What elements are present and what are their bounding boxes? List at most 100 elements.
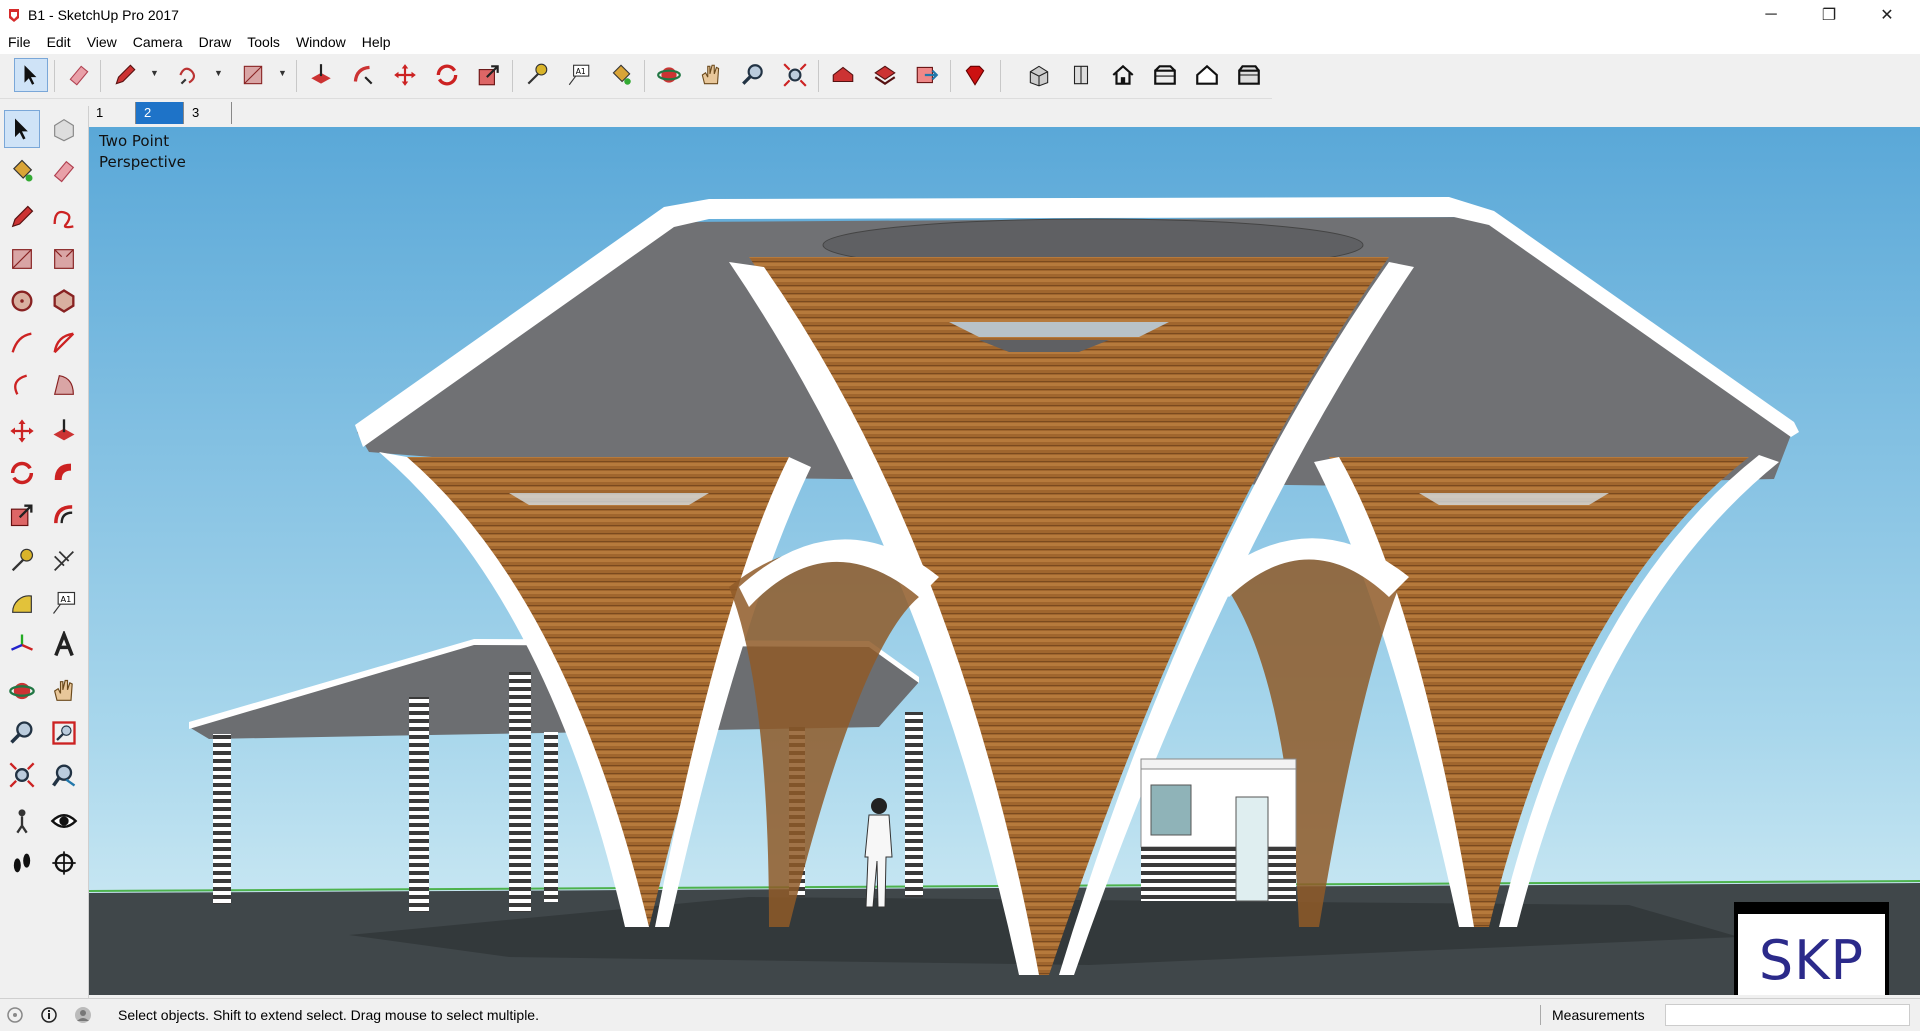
guard-booth-door: [1235, 796, 1269, 902]
zoom-icon[interactable]: [736, 58, 770, 92]
warehouse-icon[interactable]: [826, 58, 860, 92]
scene-tab-3[interactable]: 3: [184, 102, 232, 124]
menu-view[interactable]: View: [79, 30, 125, 54]
right-funnel-slot: [1419, 493, 1609, 505]
credits-info-icon[interactable]: [40, 1006, 58, 1024]
menu-file[interactable]: File: [0, 30, 39, 54]
scene-tab-1[interactable]: 1: [88, 102, 136, 124]
restore-button[interactable]: ❐: [1806, 0, 1852, 30]
three-point-arc-icon[interactable]: [4, 366, 40, 404]
iso-view-icon[interactable]: [1022, 58, 1056, 92]
measurements-label: Measurements: [1552, 1007, 1645, 1023]
minimize-button[interactable]: ─: [1748, 0, 1794, 30]
previous-view-icon[interactable]: [46, 756, 82, 794]
canopy-column: [544, 732, 558, 902]
left-funnel-slot: [509, 493, 709, 505]
send-to-layout-icon[interactable]: [910, 58, 944, 92]
select-icon[interactable]: [4, 110, 40, 148]
pan-icon[interactable]: [694, 58, 728, 92]
arc-icon[interactable]: [4, 324, 40, 362]
guard-booth-roof: [1140, 758, 1297, 770]
line-icon[interactable]: [4, 198, 40, 236]
home-view-icon[interactable]: [1106, 58, 1140, 92]
dimension-icon[interactable]: [46, 542, 82, 580]
pencil-icon[interactable]: [108, 58, 142, 92]
status-message: Select objects. Shift to extend select. …: [118, 1007, 539, 1023]
rectangle-icon[interactable]: [4, 240, 40, 278]
guard-booth-base: [1141, 847, 1296, 901]
sketchup-app-icon: [9, 9, 19, 22]
arc-dropdown-icon[interactable]: ▼: [214, 68, 224, 82]
component-icon[interactable]: [46, 110, 82, 148]
tape-measure-icon[interactable]: [4, 542, 40, 580]
zoom-icon[interactable]: [4, 714, 40, 752]
scale-icon[interactable]: [472, 58, 506, 92]
follow-me-icon[interactable]: [46, 454, 82, 492]
section-plane-icon[interactable]: [46, 844, 82, 882]
paint-bucket-icon[interactable]: [4, 152, 40, 190]
pan-icon[interactable]: [46, 672, 82, 710]
follow-me-icon[interactable]: [346, 58, 380, 92]
text-icon[interactable]: A1: [562, 58, 596, 92]
circle-icon[interactable]: [4, 282, 40, 320]
close-button[interactable]: ✕: [1864, 0, 1910, 30]
freehand-icon[interactable]: [46, 198, 82, 236]
zoom-extents-icon[interactable]: [4, 756, 40, 794]
shape-dropdown-icon[interactable]: ▼: [278, 68, 288, 82]
tape-measure-icon[interactable]: [520, 58, 554, 92]
orbit-icon[interactable]: [652, 58, 686, 92]
menu-help[interactable]: Help: [354, 30, 399, 54]
canopy-column: [409, 697, 429, 912]
text-icon[interactable]: A1: [46, 584, 82, 622]
menu-window[interactable]: Window: [288, 30, 354, 54]
scale-icon[interactable]: [4, 496, 40, 534]
offset-icon[interactable]: [46, 496, 82, 534]
pie-icon[interactable]: [46, 366, 82, 404]
back-view-icon[interactable]: [1190, 58, 1224, 92]
zoom-window-icon[interactable]: [46, 714, 82, 752]
rectangle-icon[interactable]: [236, 58, 270, 92]
ruby-icon[interactable]: [958, 58, 992, 92]
zoom-extents-icon[interactable]: [778, 58, 812, 92]
look-around-icon[interactable]: [46, 802, 82, 840]
person-head: [871, 798, 887, 814]
status-bar: Select objects. Shift to extend select. …: [0, 998, 1920, 1031]
move-icon[interactable]: [388, 58, 422, 92]
top-view-icon[interactable]: [1232, 58, 1266, 92]
canopy-column: [509, 672, 531, 912]
3d-text-icon[interactable]: [46, 626, 82, 664]
freehand-icon[interactable]: [172, 58, 206, 92]
menu-camera[interactable]: Camera: [125, 30, 191, 54]
eraser-icon[interactable]: [62, 58, 96, 92]
position-camera-icon[interactable]: [4, 802, 40, 840]
measurements-input[interactable]: [1665, 1004, 1910, 1026]
front-view-icon[interactable]: [1064, 58, 1098, 92]
protractor-icon[interactable]: [4, 584, 40, 622]
svg-text:A1: A1: [61, 594, 72, 604]
pencil-dropdown-icon[interactable]: ▼: [150, 68, 160, 82]
rotate-icon[interactable]: [430, 58, 464, 92]
geo-location-icon[interactable]: [6, 1006, 24, 1024]
push-pull-icon[interactable]: [304, 58, 338, 92]
move-icon[interactable]: [4, 412, 40, 450]
rotated-rectangle-icon[interactable]: [46, 240, 82, 278]
select-icon[interactable]: [14, 58, 48, 92]
camera-mode-line1: Two Point: [99, 132, 170, 150]
axes-icon[interactable]: [4, 626, 40, 664]
menu-tools[interactable]: Tools: [239, 30, 288, 54]
walk-icon[interactable]: [4, 844, 40, 882]
extension-warehouse-icon[interactable]: [868, 58, 902, 92]
model-viewport[interactable]: Two Point Perspective SKP: [89, 127, 1920, 995]
orbit-icon[interactable]: [4, 672, 40, 710]
rotate-icon[interactable]: [4, 454, 40, 492]
push-pull-icon[interactable]: [46, 412, 82, 450]
two-point-arc-icon[interactable]: [46, 324, 82, 362]
right-view-icon[interactable]: [1148, 58, 1182, 92]
menu-draw[interactable]: Draw: [191, 30, 240, 54]
paint-bucket-icon[interactable]: [604, 58, 638, 92]
menu-edit[interactable]: Edit: [39, 30, 79, 54]
polygon-icon[interactable]: [46, 282, 82, 320]
user-account-icon[interactable]: [74, 1006, 92, 1024]
scene-tab-2[interactable]: 2: [136, 102, 184, 124]
eraser-icon[interactable]: [46, 152, 82, 190]
